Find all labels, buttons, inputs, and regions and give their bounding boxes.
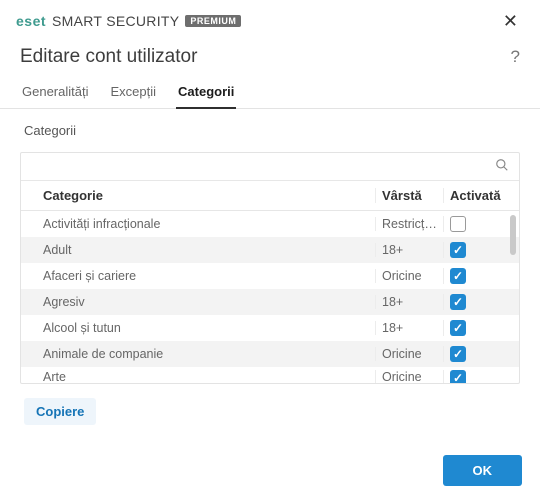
table-row[interactable]: Afaceri și cariere Oricine ✓	[21, 263, 519, 289]
checkbox-enabled[interactable]: ✓	[450, 268, 466, 284]
brand-product: SMART SECURITY	[52, 13, 179, 29]
close-icon[interactable]: ✕	[497, 10, 524, 32]
checkbox-enabled[interactable]: ✓	[450, 242, 466, 258]
tab-categories[interactable]: Categorii	[176, 78, 236, 109]
cell-category: Activități infracționale	[21, 217, 375, 231]
checkbox-enabled[interactable]: ✓	[450, 320, 466, 336]
brand: eset SMART SECURITY PREMIUM	[16, 13, 241, 29]
categories-table: Categorie Vârstă Activată Activități inf…	[20, 152, 520, 384]
table-row[interactable]: Arte Oricine ✓	[21, 367, 519, 383]
search-icon[interactable]	[493, 156, 511, 177]
copy-button[interactable]: Copiere	[24, 398, 96, 425]
page-title: Editare cont utilizator	[20, 46, 197, 68]
scrollbar-thumb[interactable]	[510, 215, 516, 255]
cell-category: Adult	[21, 243, 375, 257]
tab-exceptions[interactable]: Excepții	[108, 78, 158, 108]
col-header-age[interactable]: Vârstă	[375, 188, 443, 203]
checkbox-enabled[interactable]: ✓	[450, 370, 466, 383]
checkbox-enabled[interactable]: ✓	[450, 346, 466, 362]
cell-age: Oricine	[375, 370, 443, 383]
cell-category: Arte	[21, 370, 375, 383]
cell-age: 18+	[375, 321, 443, 335]
table-row[interactable]: Animale de companie Oricine ✓	[21, 341, 519, 367]
cell-age: 18+	[375, 295, 443, 309]
checkbox-enabled[interactable]: ✓	[450, 294, 466, 310]
cell-age: Oricine	[375, 347, 443, 361]
col-header-enabled[interactable]: Activată	[443, 188, 505, 203]
table-row[interactable]: Agresiv 18+ ✓	[21, 289, 519, 315]
table-header: Categorie Vârstă Activată	[21, 181, 519, 211]
checkbox-enabled[interactable]	[450, 216, 466, 232]
cell-category: Animale de companie	[21, 347, 375, 361]
cell-age: Restricțio...	[375, 217, 443, 231]
table-row[interactable]: Alcool și tutun 18+ ✓	[21, 315, 519, 341]
help-icon[interactable]: ?	[511, 47, 520, 67]
table-row[interactable]: Activități infracționale Restricțio...	[21, 211, 519, 237]
cell-category: Agresiv	[21, 295, 375, 309]
cell-age: 18+	[375, 243, 443, 257]
search-row	[21, 153, 519, 181]
tabs: Generalități Excepții Categorii	[0, 78, 540, 109]
section-label: Categorii	[0, 109, 540, 146]
ok-button[interactable]: OK	[443, 455, 523, 486]
cell-age: Oricine	[375, 269, 443, 283]
cell-category: Afaceri și cariere	[21, 269, 375, 283]
brand-badge: PREMIUM	[185, 15, 241, 27]
table-body: Activități infracționale Restricțio... A…	[21, 211, 519, 383]
tab-general[interactable]: Generalități	[20, 78, 90, 108]
cell-category: Alcool și tutun	[21, 321, 375, 335]
col-header-category[interactable]: Categorie	[21, 188, 375, 203]
brand-mark: eset	[16, 13, 46, 29]
table-row[interactable]: Adult 18+ ✓	[21, 237, 519, 263]
